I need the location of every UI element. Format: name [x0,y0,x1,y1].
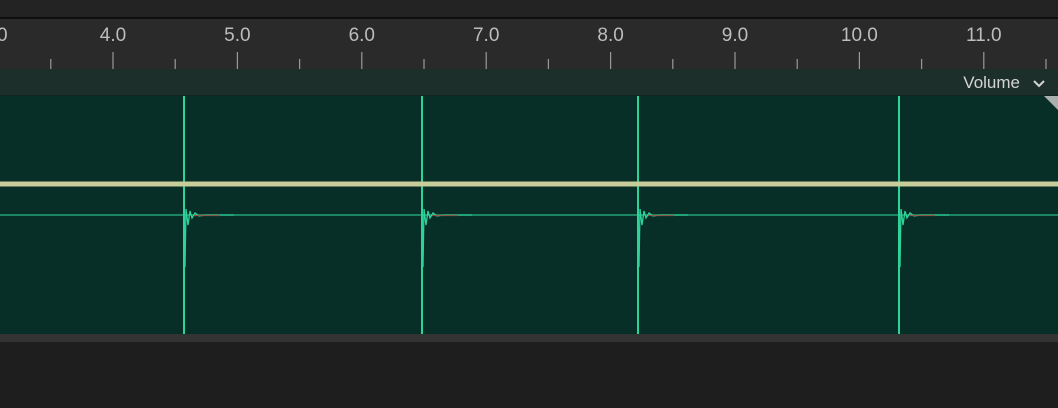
chevron-down-icon[interactable] [1032,78,1046,88]
ruler-label-9-0: 9.0 [721,25,749,46]
ruler-label-10-0: 10.0 [840,25,878,46]
ruler-label-4-0: 4.0 [99,25,127,46]
waveform [0,96,1058,334]
ruler-label-6-0: 6.0 [348,25,376,46]
time-ruler[interactable]: 0 4.0 5.0 6.0 7.0 8.0 9.0 10.0 11.0 [0,19,1058,69]
volume-envelope-select[interactable]: Volume [963,72,1046,94]
audio-clip[interactable] [0,96,1058,334]
empty-track-area [0,342,1058,408]
waveform-ringing [637,208,688,268]
top-panel-strip [0,0,1058,19]
ruler-label-partial: 0 [0,25,8,46]
track-bottom-border [0,334,1058,342]
ruler-label-11-0: 11.0 [966,25,1002,46]
ruler-ticks [50,52,1047,69]
waveform-ringing [183,208,234,268]
waveform-ringing [898,208,949,268]
ruler-label-8-0: 8.0 [597,25,624,46]
track-header-bar [0,69,1058,96]
volume-label: Volume [963,73,1020,92]
ruler-label-7-0: 7.0 [472,25,500,46]
audio-editor-timeline: 0 4.0 5.0 6.0 7.0 8.0 9.0 10.0 11.0 Volume [0,0,1058,408]
ruler-label-5-0: 5.0 [224,25,251,46]
waveform-ringing [421,208,472,268]
clip-corner-handle-icon[interactable] [1042,96,1058,112]
